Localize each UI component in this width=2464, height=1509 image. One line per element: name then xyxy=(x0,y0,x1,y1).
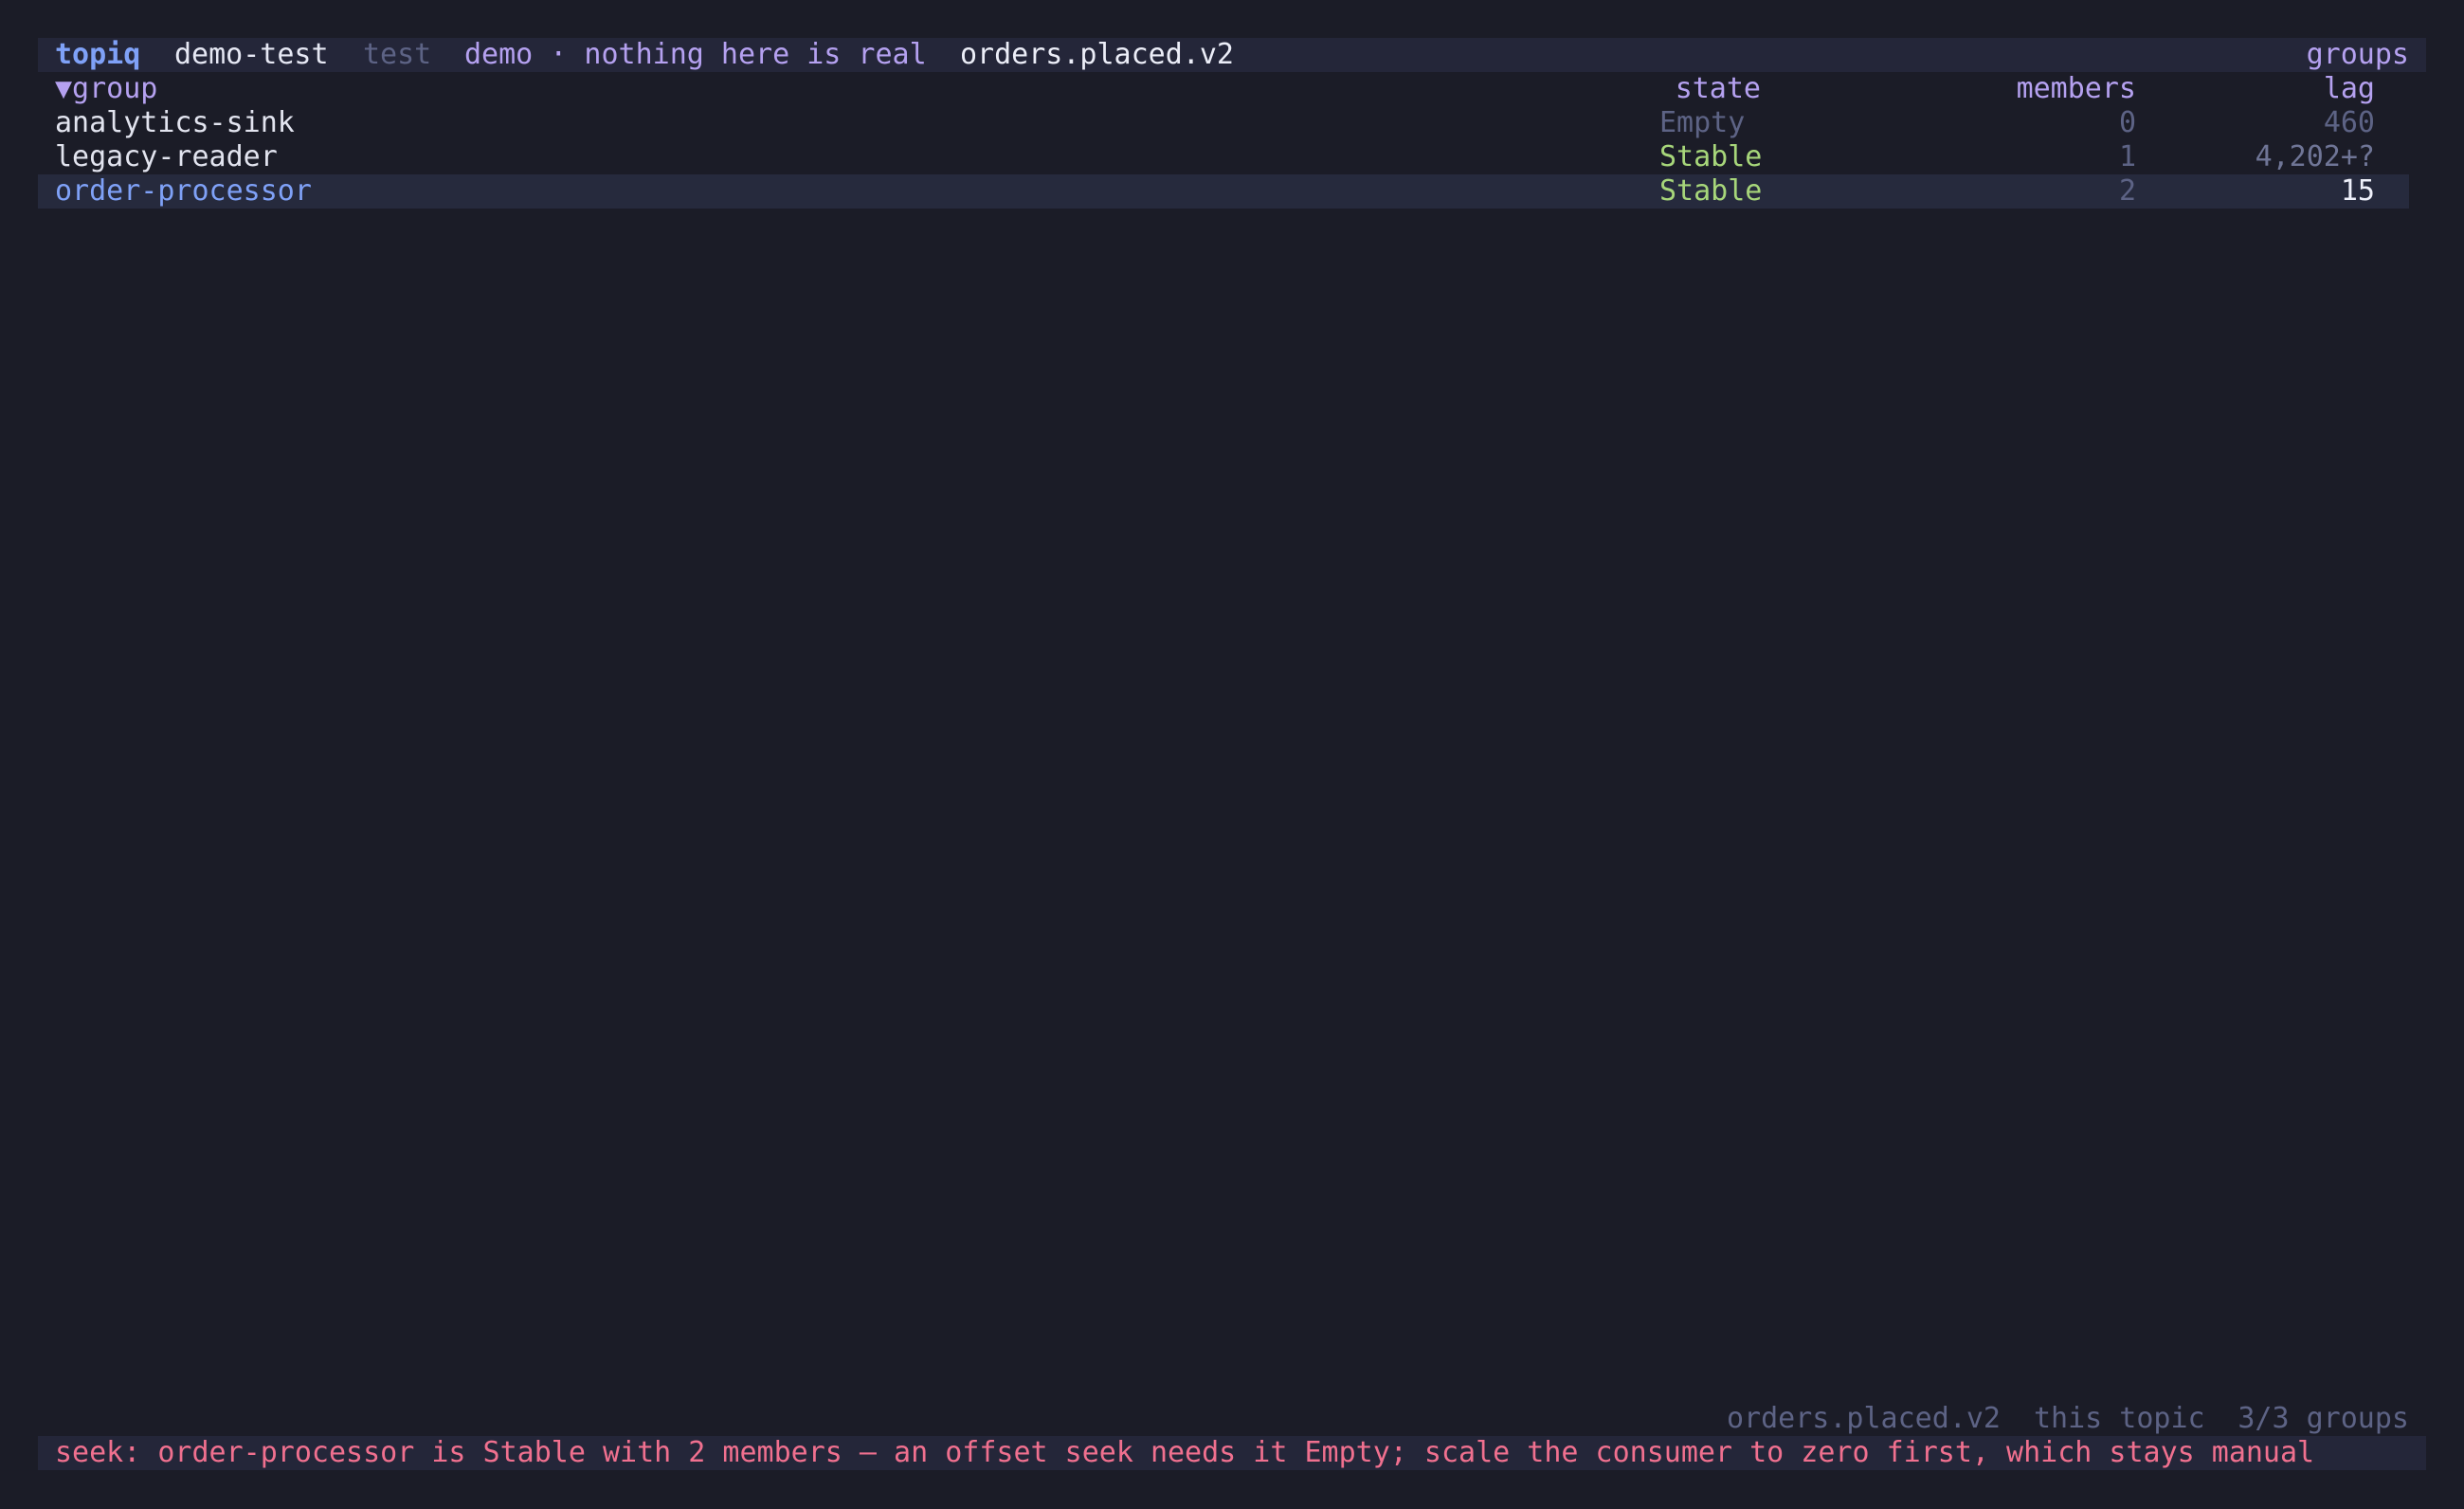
group-state: Empty xyxy=(1659,106,1746,139)
group-state: Stable xyxy=(1659,140,1763,173)
table-header: ▼group state members lag xyxy=(38,72,2409,106)
topic-name[interactable]: orders.placed.v2 xyxy=(960,38,1234,72)
terminal-window: topiq demo-test test demo · nothing here… xyxy=(0,0,2464,1509)
group-state: Stable xyxy=(1659,174,1763,208)
status-message: seek: order-processor is Stable with 2 m… xyxy=(55,1436,2315,1469)
footer-scope: this topic xyxy=(2034,1402,2205,1435)
top-bar: topiq demo-test test demo · nothing here… xyxy=(38,38,2426,72)
group-lag: 4,202+? xyxy=(2255,140,2375,173)
group-name: order-processor xyxy=(55,174,312,208)
status-bar: seek: order-processor is Stable with 2 m… xyxy=(38,1436,2426,1470)
table-row[interactable]: analytics-sink Empty 0 460 xyxy=(38,106,2409,140)
column-header-lag[interactable]: lag xyxy=(2324,72,2375,106)
view-name[interactable]: groups xyxy=(2307,38,2409,72)
group-lag: 460 xyxy=(2323,106,2375,139)
column-header-state[interactable]: state xyxy=(1676,72,1761,106)
footer-topic: orders.placed.v2 xyxy=(1727,1402,2001,1435)
group-members: 0 xyxy=(2118,106,2136,139)
table-row[interactable]: legacy-reader Stable 1 4,202+? xyxy=(38,140,2409,174)
group-members: 2 xyxy=(2118,174,2136,208)
context-name[interactable]: demo-test xyxy=(174,38,329,72)
group-name: legacy-reader xyxy=(55,140,278,173)
environment-tag: test xyxy=(363,38,432,71)
group-members: 1 xyxy=(2118,140,2136,173)
footer-group-count: 3/3 groups xyxy=(2238,1402,2409,1435)
group-name: analytics-sink xyxy=(55,106,295,139)
cluster-name: demo · nothing here is real xyxy=(464,38,927,71)
group-lag: 15 xyxy=(2340,174,2375,208)
table-row-selected[interactable]: order-processor Stable 2 15 xyxy=(38,174,2409,209)
column-header-members[interactable]: members xyxy=(2017,72,2136,106)
footer-info: orders.placed.v2 this topic 3/3 groups xyxy=(38,1402,2409,1436)
app-name: topiq xyxy=(55,38,141,71)
column-header-group[interactable]: ▼group xyxy=(55,72,157,106)
